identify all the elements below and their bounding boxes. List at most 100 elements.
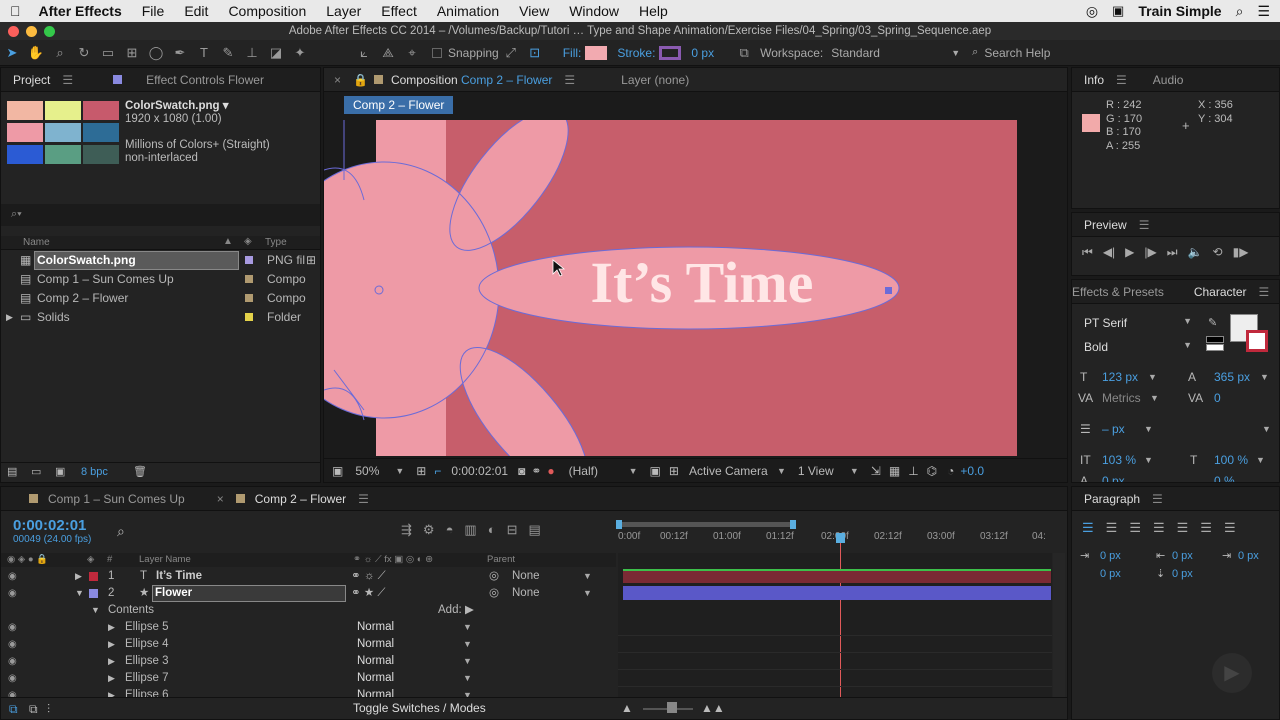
app-menu[interactable]: After Effects xyxy=(31,0,132,22)
transparency-grid-icon[interactable]: ⊞ xyxy=(669,464,679,478)
menu-effect[interactable]: Effect xyxy=(371,0,427,22)
add-menu-icon[interactable]: ▶ xyxy=(465,602,474,619)
comp-viewer[interactable]: It’s Time xyxy=(324,120,1068,456)
leading-value[interactable]: 365 px xyxy=(1214,367,1250,388)
vertical-scale-dropdown-icon[interactable]: ▼ xyxy=(1144,450,1153,471)
expand-arrow-icon[interactable]: ▶ xyxy=(108,687,115,697)
motion-blur-icon[interactable]: ◐ xyxy=(488,522,496,538)
tab-preview[interactable]: Preview xyxy=(1072,213,1139,237)
timeline-scrollbar[interactable] xyxy=(1053,553,1065,697)
pen-tool-icon[interactable]: ✒ xyxy=(168,43,192,63)
comp-mini-flowchart-icon[interactable]: ⇶ xyxy=(401,522,412,538)
time-ruler[interactable]: 0:00f 00:12f 01:00f 01:12f 02:00f 02:12f… xyxy=(616,519,1050,545)
tab-character[interactable]: Character xyxy=(1176,280,1259,304)
zoom-slider-handle[interactable] xyxy=(667,702,677,713)
fill-color-swatch[interactable] xyxy=(585,45,608,60)
menu-help[interactable]: Help xyxy=(629,0,678,22)
resolution-dropdown-icon[interactable]: ▼ xyxy=(629,466,638,476)
camera-tool-icon[interactable]: ▭ xyxy=(96,43,120,63)
comp-title-text[interactable]: It’s Time xyxy=(591,250,814,315)
notification-list-icon[interactable]: ☰ xyxy=(1257,3,1270,20)
timeline-current-time[interactable]: 0:00:02:01 xyxy=(13,517,86,534)
snap-edges-icon[interactable]: ⤢ xyxy=(499,43,523,63)
tracking-value[interactable]: 0 xyxy=(1214,388,1221,409)
timeline-icon[interactable]: ⊥ xyxy=(908,464,918,478)
menu-window[interactable]: Window xyxy=(559,0,629,22)
justify-all-icon[interactable]: ☰ xyxy=(1224,520,1236,536)
blend-mode-select[interactable]: Normal xyxy=(357,687,394,697)
layer-name[interactable]: It’s Time xyxy=(156,568,202,585)
type-tool-icon[interactable]: T xyxy=(192,43,216,63)
stroke-color-chip[interactable] xyxy=(1246,330,1268,352)
file-name[interactable]: ColorSwatch.png ▾ xyxy=(125,100,270,113)
collapse-arrow-icon[interactable]: ▼ xyxy=(75,585,84,602)
space-after-value[interactable]: 0 px xyxy=(1172,565,1193,583)
panel-menu-icon[interactable]: ☰ xyxy=(1139,218,1150,232)
sort-arrow-icon[interactable]: ▲ xyxy=(223,236,233,247)
layer-switches-icons[interactable]: ⚭ ★ ⟋ xyxy=(351,585,385,602)
new-folder-icon[interactable]: ▭ xyxy=(31,465,41,478)
pickwhip-icon[interactable]: ◎ xyxy=(489,585,499,602)
tsume-value[interactable]: 0 % xyxy=(1214,471,1235,482)
fast-draft-icon[interactable]: ▦ xyxy=(889,464,900,478)
align-left-icon[interactable]: ☰ xyxy=(1082,520,1094,536)
minimize-window-button[interactable] xyxy=(26,26,37,37)
layer-switches-toggle-icon[interactable]: ⧉ xyxy=(9,702,18,717)
layer-duration-bar[interactable] xyxy=(623,586,1051,600)
flowchart-icon[interactable]: ⌬ xyxy=(927,464,937,478)
ellipse-row[interactable]: ◉ ▶ Ellipse 7 Normal ▼ xyxy=(1,670,616,687)
work-area-bar[interactable] xyxy=(618,522,792,527)
graph-editor-icon[interactable]: ⊟ xyxy=(507,522,518,538)
layer-label-color[interactable] xyxy=(89,589,98,598)
train-simple-menu[interactable]: Train Simple xyxy=(1138,3,1221,19)
white-swatch[interactable] xyxy=(1206,344,1224,351)
current-time-display[interactable]: 0:00:02:01 xyxy=(451,464,508,478)
panel-menu-icon[interactable]: ☰ xyxy=(564,73,575,87)
expand-arrow-icon[interactable]: ▶ xyxy=(108,670,115,687)
zoom-tool-icon[interactable]: ⌕ xyxy=(48,43,72,63)
panel-menu-icon[interactable]: ☰ xyxy=(1116,73,1127,87)
world-axis-icon[interactable]: ⟁ xyxy=(376,43,400,63)
close-comp-tab-icon[interactable]: × xyxy=(334,73,341,87)
work-area-end-marker[interactable] xyxy=(790,520,796,529)
toggle-pixel-aspect-icon[interactable]: ⇲ xyxy=(871,464,881,478)
stroke-color-swatch[interactable] xyxy=(659,45,682,60)
next-frame-icon[interactable]: |▶ xyxy=(1144,245,1156,260)
project-item[interactable]: ▦ ColorSwatch.png PNG fil ⊞ xyxy=(1,251,320,270)
last-frame-icon[interactable]: ⏭ xyxy=(1167,245,1178,260)
visibility-eye-icon[interactable]: ◉ xyxy=(8,670,20,684)
layer-duration-bar[interactable] xyxy=(623,569,1051,583)
blend-mode-dropdown-icon[interactable]: ▼ xyxy=(463,653,472,670)
stroke-width-dropdown-icon[interactable]: ▼ xyxy=(1144,419,1153,440)
menu-animation[interactable]: Animation xyxy=(427,0,509,22)
safe-zones-icon[interactable]: ⊞ xyxy=(416,464,426,478)
interpret-footage-icon[interactable]: ▤ xyxy=(7,465,17,478)
camera-dropdown-icon[interactable]: ▼ xyxy=(777,466,786,476)
visibility-eye-icon[interactable]: ◉ xyxy=(8,653,20,667)
eraser-tool-icon[interactable]: ◪ xyxy=(264,43,288,63)
menu-composition[interactable]: Composition xyxy=(218,0,316,22)
zoom-window-button[interactable] xyxy=(44,26,55,37)
pan-behind-tool-icon[interactable]: ⊞ xyxy=(120,43,144,63)
font-family-dropdown-icon[interactable]: ▼ xyxy=(1183,316,1192,326)
ellipse-tool-icon[interactable]: ◯ xyxy=(144,43,168,63)
visibility-eye-icon[interactable]: ◉ xyxy=(8,687,20,697)
stroke-order-dropdown-icon[interactable]: ▼ xyxy=(1262,419,1271,440)
expand-arrow-icon[interactable]: ▶ xyxy=(108,636,115,653)
audio-icon[interactable]: 🔈 xyxy=(1188,245,1203,260)
blend-mode-dropdown-icon[interactable]: ▼ xyxy=(463,670,472,687)
layer-name-header[interactable]: Layer Name xyxy=(139,553,191,567)
tab-project[interactable]: Project xyxy=(1,68,62,92)
ellipse-row[interactable]: ◉ ▶ Ellipse 6 Normal ▼ xyxy=(1,687,616,697)
layer-switches-icons[interactable]: ⚭ ☼ ⟋ xyxy=(351,568,386,585)
zoom-select[interactable]: 50% xyxy=(355,464,395,478)
always-preview-icon[interactable]: ▣ xyxy=(332,464,343,478)
anchor-handle[interactable] xyxy=(885,287,892,294)
first-frame-icon[interactable]: ⏮ xyxy=(1082,245,1093,260)
panel-menu-icon[interactable]: ☰ xyxy=(62,73,73,87)
contents-group[interactable]: ▼ Contents Add: ▶ xyxy=(1,602,616,619)
screen-record-icon[interactable]: ▣ xyxy=(1112,3,1124,19)
draft-3d-icon[interactable]: ⚙ xyxy=(423,522,435,538)
apple-icon[interactable]:  xyxy=(0,0,31,22)
tab-layer[interactable]: Layer (none) xyxy=(609,68,701,92)
